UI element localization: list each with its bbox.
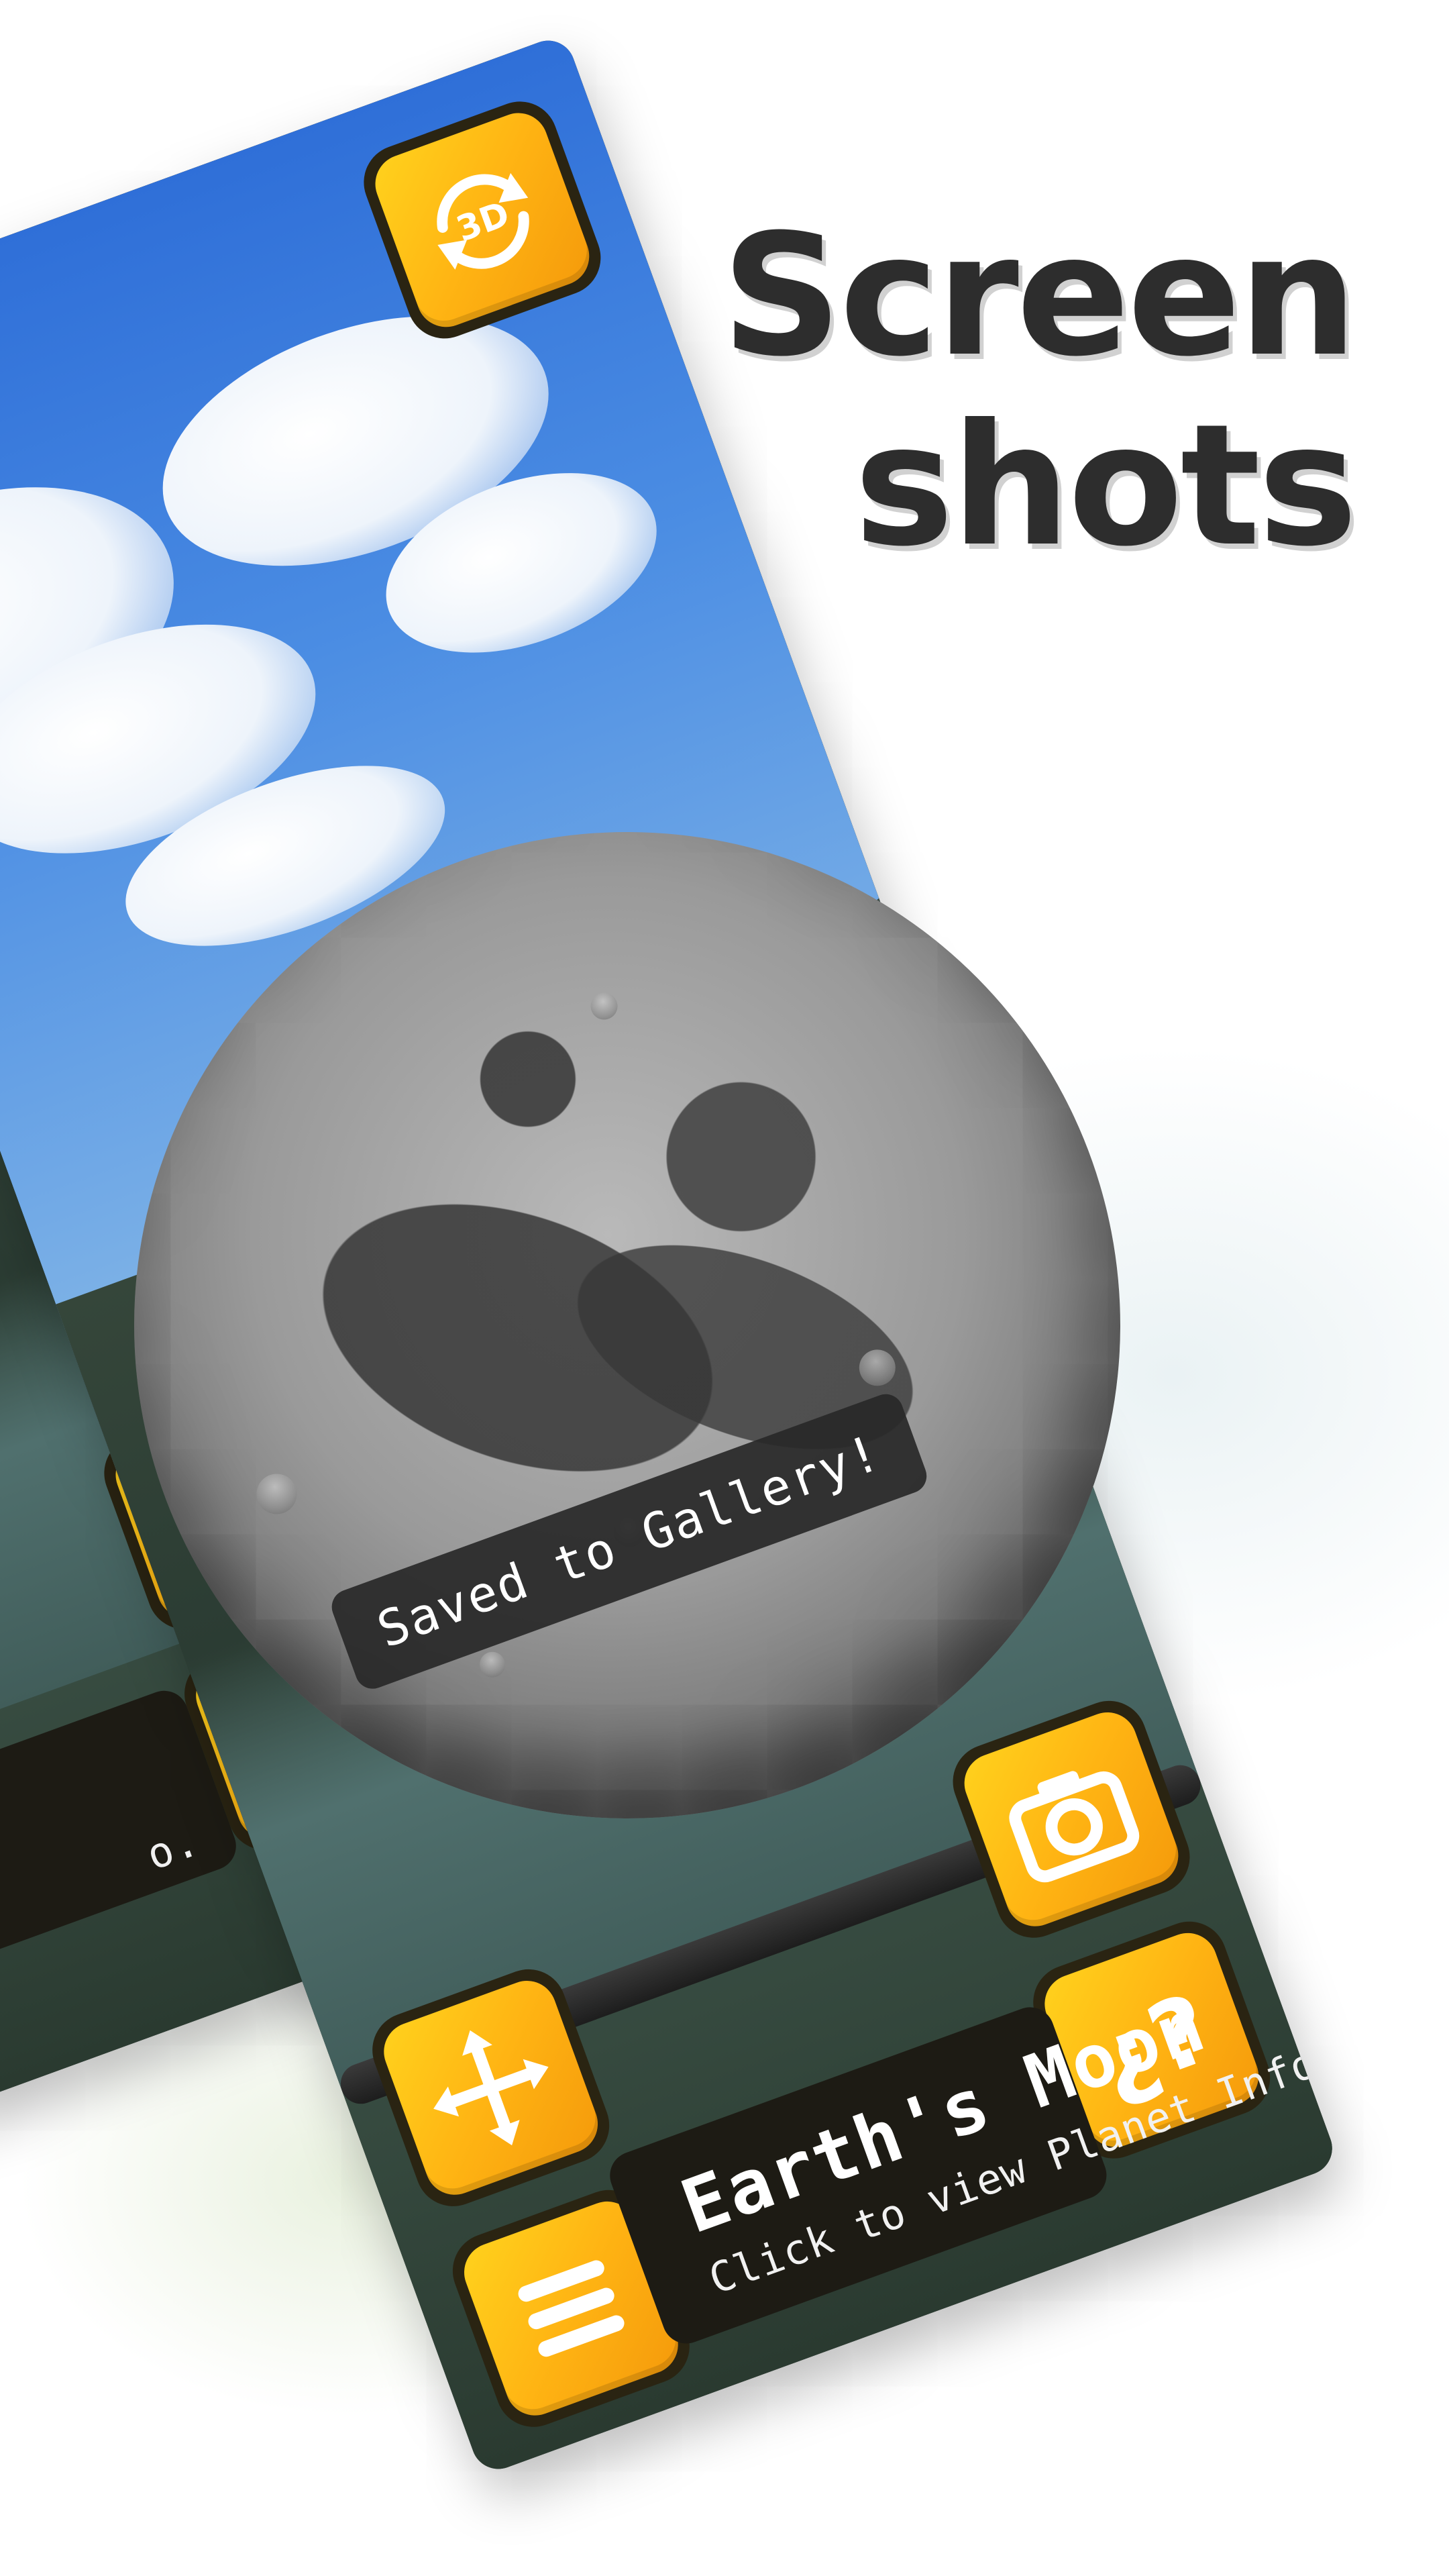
crater <box>586 988 622 1024</box>
planet-info-hint-partial: o. <box>140 1816 205 1880</box>
app-store-screenshot: Screen shots o. 3D ¿? Earth's Moon Click… <box>0 0 1449 2576</box>
crater <box>854 1344 901 1391</box>
crater <box>476 1648 509 1682</box>
headline: Screen shots <box>684 198 1358 583</box>
move-arrows-icon <box>433 2030 549 2146</box>
headline-line-1: Screen <box>721 198 1358 393</box>
3d-rotate-icon: 3D <box>437 172 529 270</box>
crater <box>251 1468 303 1520</box>
headline-line-2: shots <box>854 387 1358 583</box>
hamburger-menu-icon <box>518 2260 625 2357</box>
camera-icon <box>1009 1771 1139 1883</box>
